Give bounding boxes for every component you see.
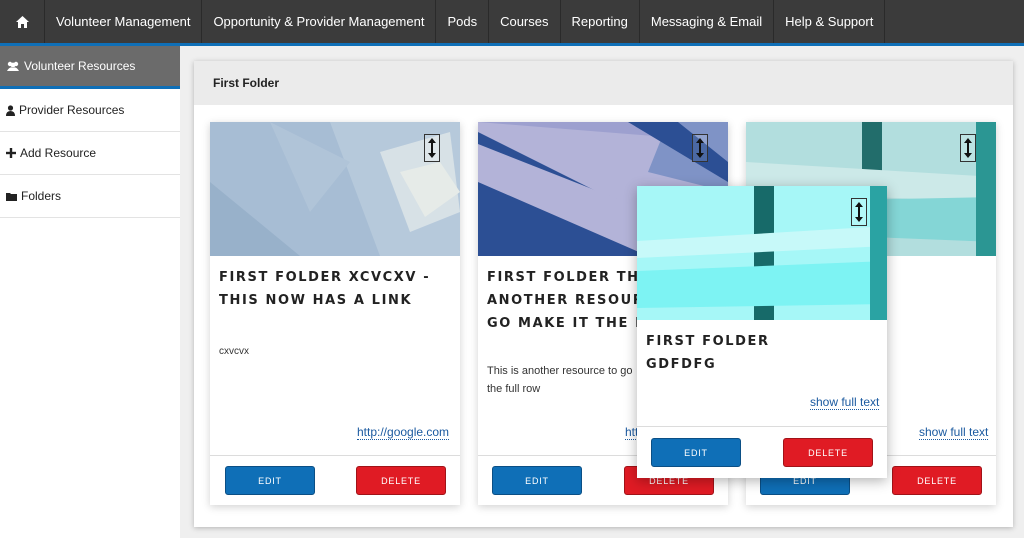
home-button[interactable] bbox=[0, 0, 45, 43]
card-description: This is another resource to go the full … bbox=[487, 365, 633, 395]
sidebar: Volunteer Resources Provider Resources A… bbox=[0, 46, 180, 538]
edit-button[interactable]: EDIT bbox=[225, 466, 315, 495]
card-image bbox=[210, 122, 460, 256]
panel-title: First Folder bbox=[194, 61, 1013, 105]
delete-button[interactable]: DELETE bbox=[892, 466, 982, 495]
resize-handle[interactable] bbox=[424, 134, 440, 162]
sidebar-item-folders[interactable]: Folders bbox=[0, 175, 180, 218]
nav-messaging-email[interactable]: Messaging & Email bbox=[640, 0, 775, 43]
card-divider bbox=[637, 426, 887, 427]
resource-card: FIRST FOLDER XCVCXV - THIS NOW HAS A LIN… bbox=[210, 122, 460, 505]
show-full-text-link[interactable]: show full text bbox=[919, 425, 989, 440]
plus-icon bbox=[6, 148, 16, 158]
resize-vertical-icon bbox=[696, 138, 704, 158]
sidebar-item-add-resource[interactable]: Add Resource bbox=[0, 132, 180, 175]
card-description: cxvcvx bbox=[219, 346, 249, 357]
sidebar-item-label: Add Resource bbox=[20, 146, 97, 160]
card-title: FIRST FOLDER GDFDFG bbox=[646, 334, 770, 372]
show-full-text-link[interactable]: show full text bbox=[810, 395, 880, 410]
nav-volunteer-management[interactable]: Volunteer Management bbox=[45, 0, 203, 43]
sidebar-item-provider-resources[interactable]: Provider Resources bbox=[0, 89, 180, 132]
delete-button[interactable]: DELETE bbox=[356, 466, 446, 495]
sidebar-item-label: Volunteer Resources bbox=[24, 59, 136, 73]
resize-vertical-icon bbox=[964, 138, 972, 158]
nav-help-support[interactable]: Help & Support bbox=[774, 0, 886, 43]
card-divider bbox=[210, 455, 460, 456]
sidebar-item-label: Folders bbox=[21, 189, 62, 203]
delete-button[interactable]: DELETE bbox=[783, 438, 873, 467]
resize-handle[interactable] bbox=[960, 134, 976, 162]
sidebar-item-volunteer-resources[interactable]: Volunteer Resources bbox=[0, 46, 180, 89]
home-icon bbox=[15, 15, 29, 28]
users-icon bbox=[7, 61, 19, 71]
resize-handle[interactable] bbox=[851, 198, 867, 226]
resize-vertical-icon bbox=[855, 202, 863, 222]
edit-button[interactable]: EDIT bbox=[492, 466, 582, 495]
top-nav: Volunteer Management Opportunity & Provi… bbox=[0, 0, 1024, 46]
nav-pods[interactable]: Pods bbox=[436, 0, 490, 43]
card-link[interactable]: http://google.com bbox=[357, 425, 450, 440]
resize-vertical-icon bbox=[428, 138, 436, 158]
nav-courses[interactable]: Courses bbox=[489, 0, 561, 43]
sidebar-item-label: Provider Resources bbox=[19, 103, 125, 117]
resize-handle[interactable] bbox=[692, 134, 708, 162]
card-title: FIRST FOLDER XCVCXV - THIS NOW HAS A LIN… bbox=[219, 270, 431, 308]
nav-opportunity-provider-management[interactable]: Opportunity & Provider Management bbox=[202, 0, 437, 43]
nav-reporting[interactable]: Reporting bbox=[561, 0, 640, 43]
card-image bbox=[637, 186, 887, 320]
resource-card-dragging[interactable]: FIRST FOLDER GDFDFG show full text EDIT … bbox=[637, 186, 887, 478]
folder-icon bbox=[6, 192, 17, 201]
user-icon bbox=[6, 104, 15, 116]
edit-button[interactable]: EDIT bbox=[651, 438, 741, 467]
